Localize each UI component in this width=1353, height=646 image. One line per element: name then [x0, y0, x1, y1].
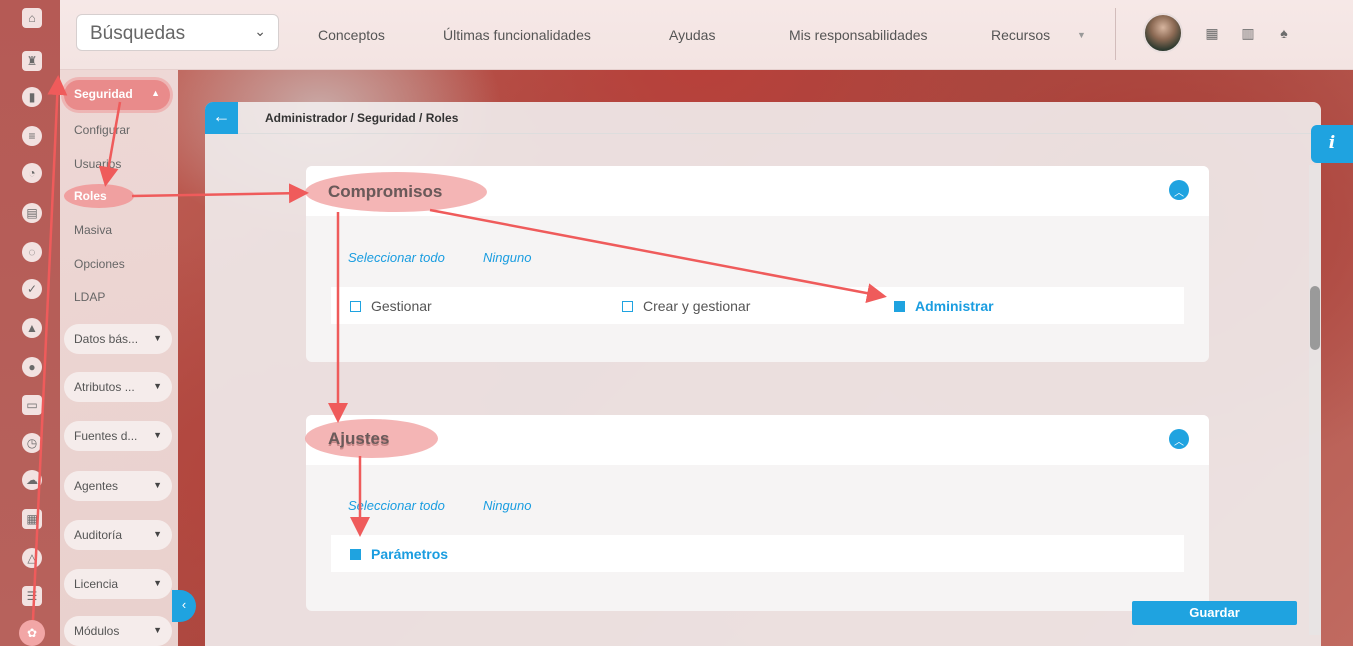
menu-group-auditoria[interactable]: Auditoría ▼ [64, 520, 172, 550]
avatar[interactable] [1143, 13, 1183, 53]
menu-group-label: Fuentes d... [74, 429, 138, 443]
menu-group-datos-basicos[interactable]: Datos bás... ▼ [64, 324, 172, 354]
select-all-link[interactable]: Seleccionar todo [348, 250, 445, 265]
topbar-divider [1115, 8, 1116, 60]
menu-group-label: Agentes [74, 479, 119, 493]
chess-rook-icon[interactable]: ♜ [22, 51, 42, 71]
cloud-icon[interactable]: ☁ [22, 470, 42, 490]
info-icon[interactable]: i [1311, 125, 1353, 163]
checkbox-checked[interactable] [350, 549, 361, 560]
pie-chart-icon[interactable]: ◔ [22, 163, 42, 183]
check-circle-icon[interactable]: ✓ [22, 279, 42, 299]
bar-chart-icon[interactable]: ▮ [22, 87, 42, 107]
caret-down-icon: ▼ [153, 333, 162, 343]
caret-down-icon: ▼ [153, 381, 162, 391]
nav-conceptos[interactable]: Conceptos [318, 27, 385, 43]
section-title-overlay: Compromisos [328, 182, 443, 201]
none-link[interactable]: Ninguno [483, 498, 531, 513]
option-parametros[interactable]: Parámetros [350, 546, 448, 562]
checkbox-checked[interactable] [894, 301, 905, 312]
option-label: Crear y gestionar [643, 298, 751, 314]
nav-mis-responsabilidades[interactable]: Mis responsabilidades [789, 27, 928, 43]
circle-dashed-icon[interactable]: ◌ [22, 242, 42, 262]
menu-head-seguridad[interactable]: Seguridad ▲ [64, 80, 170, 110]
list-icon[interactable]: ☰ [22, 586, 42, 606]
caret-down-icon: ▼ [153, 480, 162, 490]
menu-link-roles-label: Roles [74, 189, 107, 203]
document-icon[interactable]: ▤ [22, 203, 42, 223]
caret-up-icon: ▲ [151, 88, 160, 98]
option-administrar[interactable]: Administrar [894, 298, 994, 314]
menu-link-usuarios[interactable]: Usuarios [74, 157, 121, 171]
monitor-icon[interactable]: ▭ [22, 395, 42, 415]
options-row: Parámetros [331, 535, 1184, 572]
collapse-menu-button[interactable]: ‹ [172, 590, 196, 622]
caret-down-icon: ▼ [153, 625, 162, 635]
nav-recursos[interactable]: Recursos [991, 27, 1050, 43]
top-bar: Búsquedas ⌄ Conceptos Últimas funcionali… [60, 0, 1353, 70]
menu-group-modulos[interactable]: Módulos ▼ [64, 616, 172, 646]
menu-group-label: Atributos ... [74, 380, 135, 394]
breadcrumb: Administrador / Seguridad / Roles [265, 111, 459, 125]
chevron-up-icon[interactable]: ︿ [1169, 180, 1189, 200]
users-icon[interactable]: ● [22, 357, 42, 377]
home-icon[interactable]: ⌂ [22, 8, 42, 28]
clock-icon[interactable]: ◷ [22, 433, 42, 453]
nav-ayudas[interactable]: Ayudas [669, 27, 715, 43]
caret-down-icon: ▼ [153, 578, 162, 588]
nav-ultimas-funcionalidades[interactable]: Últimas funcionalidades [443, 27, 591, 43]
book-icon[interactable]: ▥ [1240, 25, 1256, 41]
section-header: Ajustes ︿ [306, 415, 1209, 465]
menu-group-licencia[interactable]: Licencia ▼ [64, 569, 172, 599]
menu-group-fuentes[interactable]: Fuentes d... ▼ [64, 421, 172, 451]
option-label: Parámetros [371, 546, 449, 562]
menu-group-atributos[interactable]: Atributos ... ▼ [64, 372, 172, 402]
scrollbar-track[interactable] [1309, 165, 1321, 635]
chevron-up-icon[interactable]: ︿ [1169, 429, 1189, 449]
bell-icon[interactable]: ♠ [1276, 25, 1292, 41]
panel-header: ← Administrador / Seguridad / Roles [205, 102, 1321, 134]
section-title-overlay: Ajustes [328, 429, 390, 448]
calendar-grid-icon[interactable]: ▦ [1204, 25, 1220, 41]
menu-link-configurar[interactable]: Configurar [74, 123, 130, 137]
security-submenu: Seguridad ▲ Configurar Usuarios Roles Ma… [60, 70, 178, 646]
option-label: Administrar [915, 298, 994, 314]
back-arrow-icon[interactable]: ← [205, 102, 238, 134]
option-gestionar[interactable]: Gestionar [350, 298, 432, 314]
search-select[interactable]: Búsquedas ⌄ [76, 14, 279, 51]
menu-link-roles[interactable]: Roles [64, 184, 134, 208]
none-link[interactable]: Ninguno [483, 250, 531, 265]
save-button[interactable]: Guardar [1132, 601, 1297, 625]
chevron-down-icon: ⌄ [254, 23, 266, 39]
menu-group-agentes[interactable]: Agentes ▼ [64, 471, 172, 501]
calendar-icon[interactable]: ▦ [22, 509, 42, 529]
network-icon[interactable]: △ [22, 548, 42, 568]
search-select-label: Búsquedas [90, 23, 186, 44]
option-crear-y-gestionar[interactable]: Crear y gestionar [622, 298, 750, 314]
menu-link-ldap[interactable]: LDAP [74, 290, 105, 304]
menu-group-label: Datos bás... [74, 332, 139, 346]
menu-group-label: Módulos [74, 624, 120, 638]
icon-rail: ⌂ ♜ ▮ ≡ ◔ ▤ ◌ ✓ ▲ ● ▭ ◷ ☁ ▦ △ ☰ ✿ [0, 0, 60, 646]
menu-group-label: Licencia [74, 577, 119, 591]
warning-icon[interactable]: ▲ [22, 318, 42, 338]
align-icon[interactable]: ≡ [22, 126, 42, 146]
options-row: Gestionar Crear y gestionar Administrar [331, 287, 1184, 324]
option-label: Gestionar [371, 298, 432, 314]
scrollbar-thumb[interactable] [1310, 286, 1320, 350]
caret-down-icon: ▼ [153, 529, 162, 539]
gear-icon[interactable]: ✿ [19, 620, 45, 646]
checkbox-unchecked[interactable] [622, 301, 633, 312]
menu-group-label: Auditoría [74, 528, 123, 542]
caret-down-icon: ▼ [153, 430, 162, 440]
select-all-link[interactable]: Seleccionar todo [348, 498, 445, 513]
menu-link-masiva[interactable]: Masiva [74, 223, 112, 237]
checkbox-unchecked[interactable] [350, 301, 361, 312]
recursos-dropdown-icon[interactable]: ▼ [1077, 30, 1086, 40]
menu-head-label: Seguridad [74, 87, 133, 101]
section-ajustes: Ajustes ︿ Seleccionar todo Ninguno Parám… [306, 415, 1209, 611]
menu-link-opciones[interactable]: Opciones [74, 257, 125, 271]
